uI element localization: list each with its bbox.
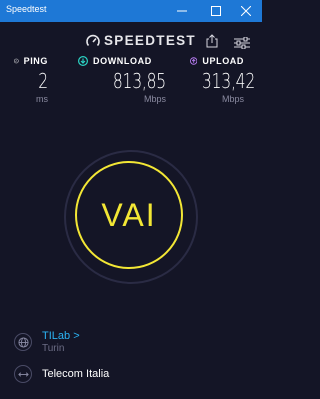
download-unit: Mbps: [143, 94, 166, 104]
upload-unit: Mbps: [221, 94, 244, 104]
go-button-area: VAI: [64, 150, 198, 284]
globe-icon: [14, 333, 32, 351]
download-label: DOWNLOAD: [93, 56, 152, 66]
close-button[interactable]: [230, 0, 262, 22]
download-metric: DOWNLOAD 813,85 Mbps: [78, 56, 166, 104]
upload-arrow-icon: [190, 57, 198, 65]
title-bar: Speedtest: [0, 0, 262, 22]
share-button[interactable]: [206, 33, 218, 52]
minimize-button[interactable]: [166, 0, 198, 22]
maximize-icon: [211, 6, 221, 16]
speedtest-logo: SPEEDTEST: [86, 33, 196, 48]
close-icon: [241, 6, 251, 16]
go-button[interactable]: VAI: [75, 161, 183, 269]
ping-icon: [14, 58, 19, 64]
download-arrow-icon: [78, 56, 88, 66]
connection-icon: [14, 365, 32, 383]
sliders-icon: [234, 36, 250, 50]
minimize-icon: [177, 10, 187, 12]
upload-label: UPLOAD: [202, 56, 244, 66]
ping-metric: PING 2 ms: [14, 56, 48, 104]
ping-label: PING: [23, 56, 48, 66]
window-title: Speedtest: [6, 4, 47, 14]
ping-unit: ms: [36, 94, 48, 104]
upload-value: 313,42: [201, 69, 256, 93]
ping-value: 2: [38, 69, 48, 93]
upload-metric: UPLOAD 313,42 Mbps: [190, 56, 256, 104]
speedometer-icon: [86, 34, 100, 46]
isp-info: Telecom Italia: [14, 365, 109, 383]
share-icon: [206, 34, 218, 48]
server-location: Turin: [42, 343, 65, 354]
logo-text: SPEEDTEST: [104, 33, 196, 48]
server-name[interactable]: TILab: [42, 330, 70, 342]
download-value: 813,85: [112, 69, 166, 93]
maximize-button[interactable]: [200, 0, 232, 22]
app-header: SPEEDTEST: [0, 22, 262, 60]
server-selector[interactable]: TILab > Turin: [14, 330, 80, 354]
chevron-right-icon: >: [73, 330, 80, 342]
isp-name: Telecom Italia: [42, 368, 110, 380]
settings-button[interactable]: [234, 34, 250, 53]
go-button-label: VAI: [101, 196, 157, 233]
